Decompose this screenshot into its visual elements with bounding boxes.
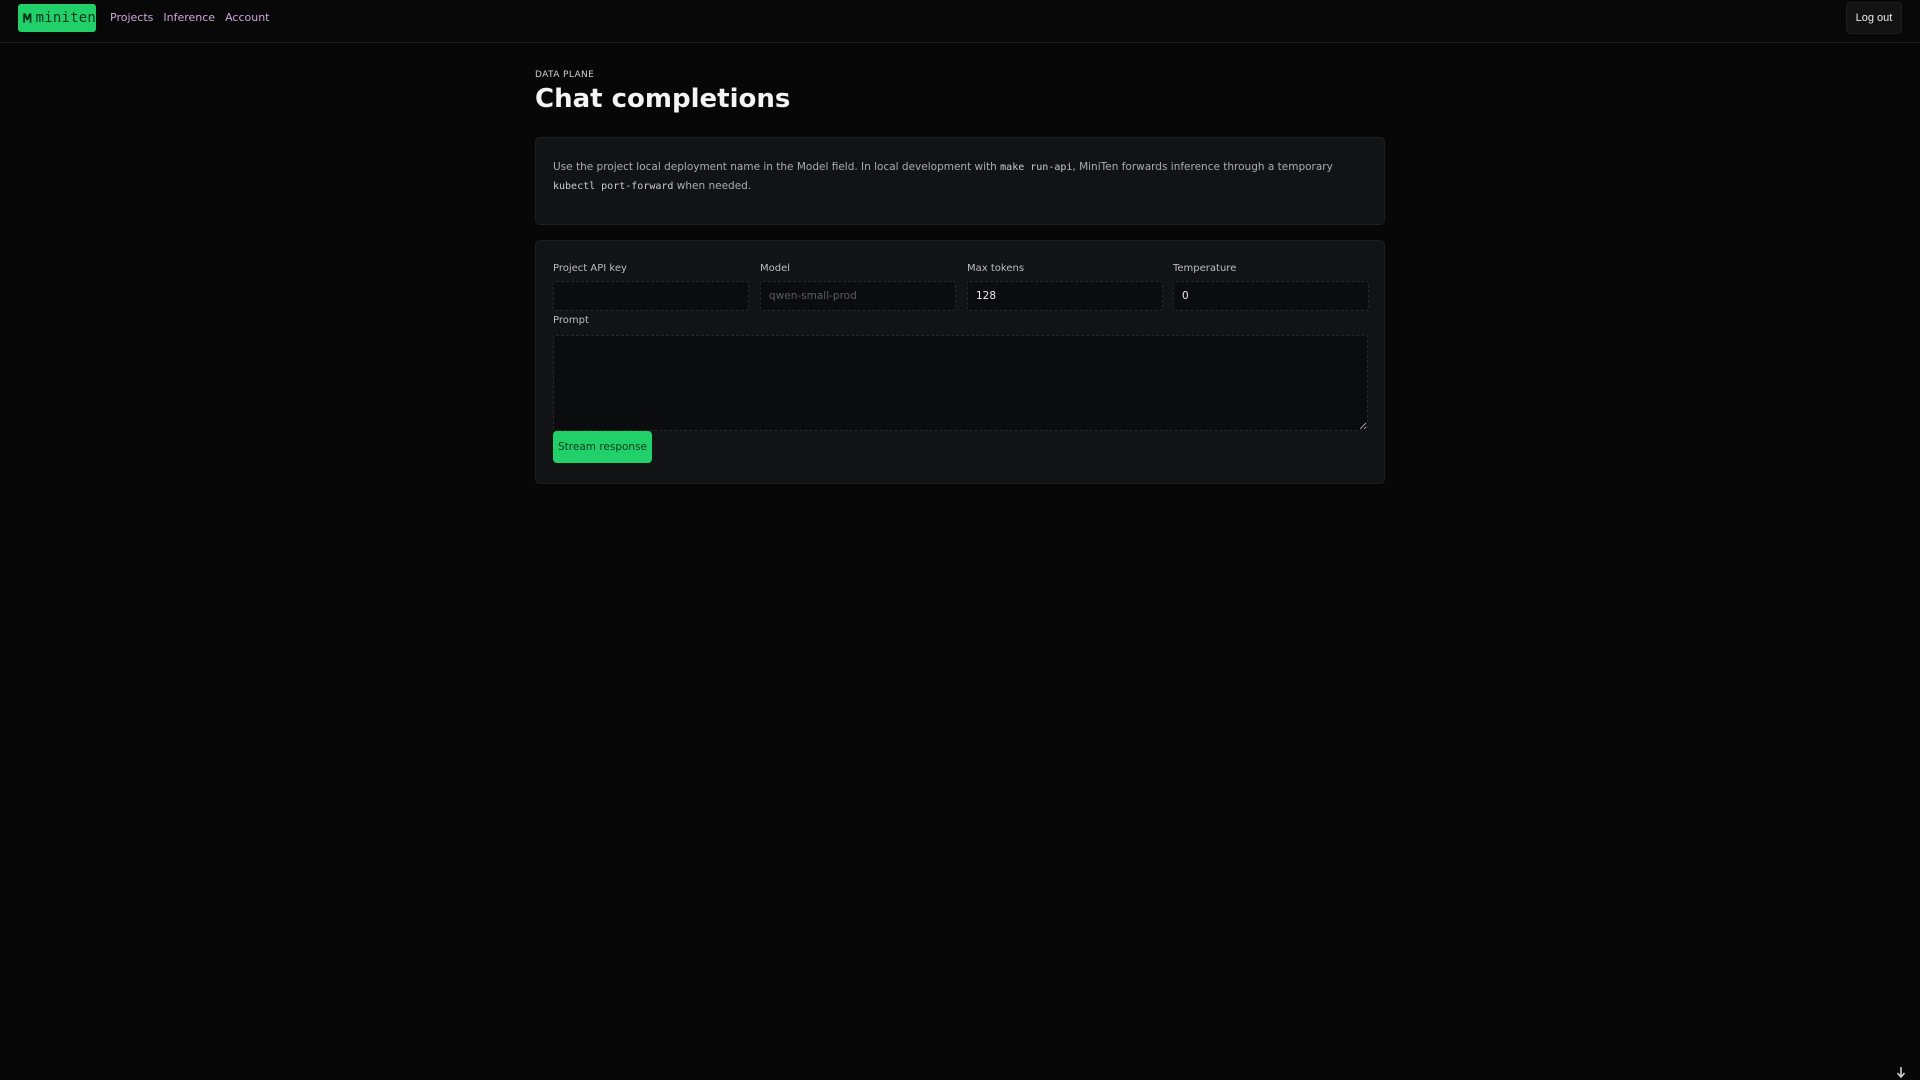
page-title: Chat completions — [535, 84, 791, 114]
note-text-part1: Use the project local deployment name in… — [553, 161, 1001, 173]
note-text-part3: when needed. — [673, 180, 752, 192]
top-navbar: miniten Projects Inference Account Log o… — [0, 0, 1920, 43]
max-tokens-label: Max tokens — [967, 263, 1025, 274]
max-tokens-input[interactable] — [967, 281, 1163, 311]
completion-form: Project API key Model Max tokens Tempera… — [535, 240, 1385, 484]
note-code-port-forward: kubectl port-forward — [553, 181, 674, 192]
note-text-part2: , MiniTen forwards inference through a t… — [1072, 161, 1333, 173]
nav-link-inference[interactable]: Inference — [163, 11, 215, 24]
main-nav: Projects Inference Account — [110, 11, 270, 24]
brand-name: miniten — [35, 10, 96, 26]
prompt-textarea[interactable] — [553, 335, 1368, 431]
info-note-text: Use the project local deployment name in… — [553, 158, 1367, 196]
info-note-card: Use the project local deployment name in… — [535, 137, 1385, 225]
nav-link-projects[interactable]: Projects — [110, 11, 153, 24]
arrow-down-icon — [1896, 1067, 1906, 1079]
api-key-input[interactable] — [553, 281, 749, 311]
note-code-run-api: make run-api — [1000, 162, 1073, 173]
model-input[interactable] — [760, 281, 956, 311]
api-key-label: Project API key — [553, 263, 627, 274]
miniten-logo-icon — [23, 13, 32, 23]
prompt-label: Prompt — [553, 315, 589, 326]
section-eyebrow: DATA PLANE — [535, 70, 595, 80]
temperature-input[interactable] — [1173, 281, 1369, 311]
logout-button[interactable]: Log out — [1846, 2, 1902, 34]
temperature-label: Temperature — [1173, 263, 1237, 274]
model-label: Model — [760, 263, 791, 274]
stream-response-button[interactable]: Stream response — [553, 431, 652, 463]
nav-link-account[interactable]: Account — [225, 11, 269, 24]
brand-logo[interactable]: miniten — [18, 4, 96, 32]
